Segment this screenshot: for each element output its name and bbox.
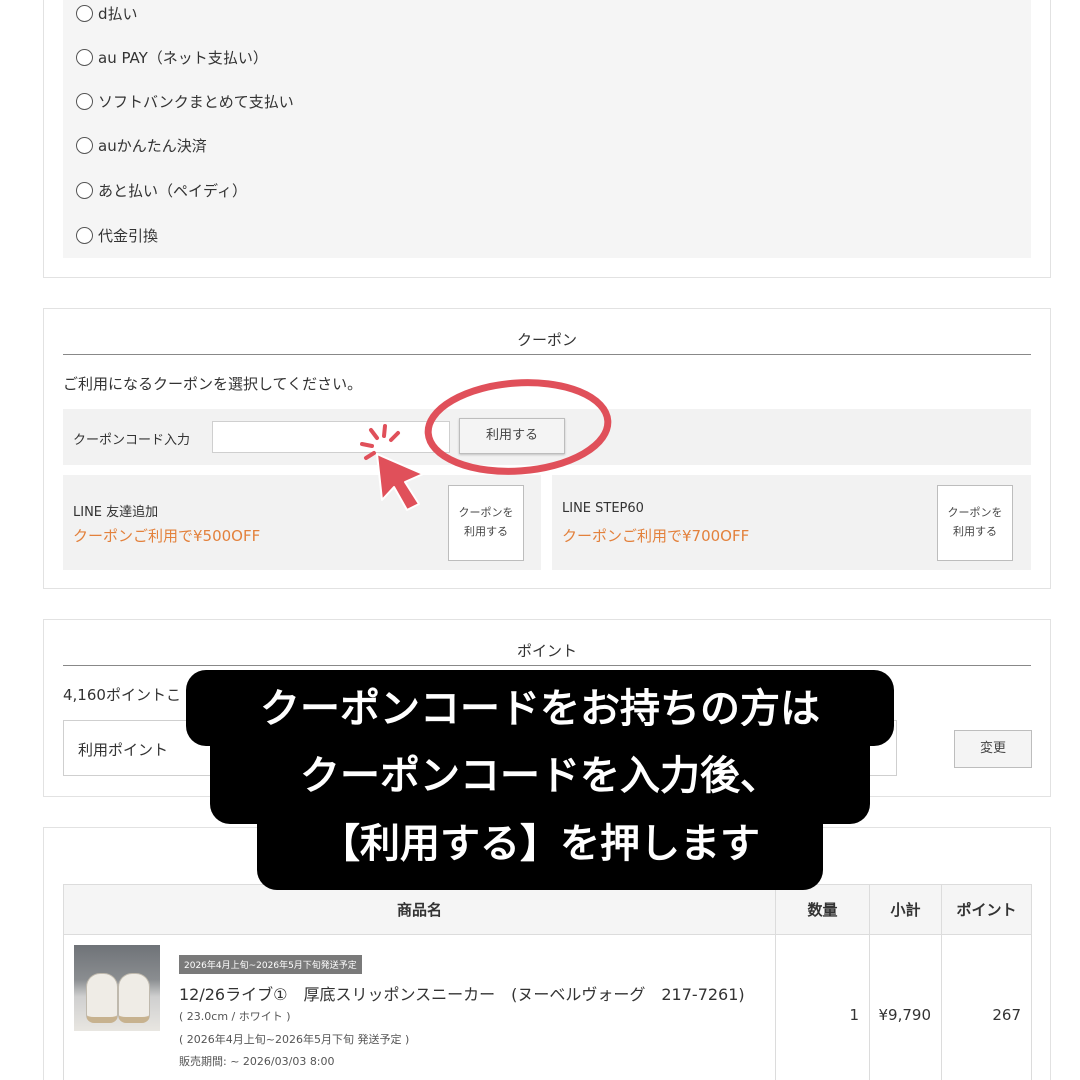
shoe-left <box>86 973 118 1023</box>
payment-option-paidy[interactable]: あと払い（ペイディ） <box>76 178 247 202</box>
header-product: 商品名 <box>63 884 776 935</box>
shoe-right <box>118 973 150 1023</box>
coupon-card-desc: クーポンご利用で¥500OFF <box>73 527 261 545</box>
product-sale-period: 販売期間: ~ 2026/03/03 8:00 <box>179 1055 335 1068</box>
table-header-row: 商品名 数量 小計 ポイント <box>63 884 1032 935</box>
order-table: 商品名 数量 小計 ポイント 2026年4月上旬~2026年5月下旬発送予定 1… <box>63 884 1032 1080</box>
coupon-card-name: LINE 友達追加 <box>73 505 159 520</box>
coupon-code-label: クーポンコード入力 <box>73 433 191 448</box>
points-cell: 267 <box>941 934 1032 1080</box>
overlay-line-3: 【利用する】を押します <box>320 821 760 867</box>
qty-cell: 1 <box>775 934 870 1080</box>
divider <box>63 665 1031 666</box>
subtotal-cell: ¥9,790 <box>869 934 942 1080</box>
highlight-circle <box>424 379 612 475</box>
product-ship-date: ( 2026年4月上旬~2026年5月下旬 発送予定 ) <box>179 1033 410 1046</box>
radio-icon[interactable] <box>76 92 93 110</box>
cursor-pointer-icon <box>376 453 424 511</box>
product-name[interactable]: 12/26ライブ① 厚底スリッポンスニーカー (ヌーベルヴォーグ 217-726… <box>179 981 745 1005</box>
payment-option-softbank[interactable]: ソフトバンクまとめて支払い <box>76 89 294 113</box>
shipping-badge: 2026年4月上旬~2026年5月下旬発送予定 <box>179 955 362 974</box>
overlay-line-2: クーポンコードを入力後、 <box>300 753 780 799</box>
header-subtotal: 小計 <box>869 884 942 935</box>
table-row: 2026年4月上旬~2026年5月下旬発送予定 12/26ライブ① 厚底スリッポ… <box>63 934 1032 1080</box>
payment-option-au-pay[interactable]: au PAY（ネット支払い） <box>76 45 268 69</box>
annotation-layer <box>360 379 612 511</box>
header-qty: 数量 <box>775 884 870 935</box>
coupon-title: クーポン <box>516 331 577 349</box>
payment-option-d-barai[interactable]: d払い <box>76 1 138 25</box>
payment-panel: d払い au PAY（ネット支払い） ソフトバンクまとめて支払い auかんたん決… <box>43 0 1051 278</box>
radio-icon[interactable] <box>76 181 93 199</box>
product-cell: 2026年4月上旬~2026年5月下旬発送予定 12/26ライブ① 厚底スリッポ… <box>63 934 776 1080</box>
radio-icon[interactable] <box>76 48 93 66</box>
points-input-label: 利用ポイント <box>78 741 169 759</box>
product-variant: ( 23.0cm / ホワイト ) <box>179 1010 291 1023</box>
product-image[interactable] <box>74 945 160 1031</box>
payment-option-au-kantan[interactable]: auかんたん決済 <box>76 133 207 157</box>
radio-icon[interactable] <box>76 136 93 154</box>
points-available: 4,160ポイントこ <box>63 686 181 704</box>
points-title: ポイント <box>516 642 577 660</box>
coupon-card-line-step60: LINE STEP60 クーポンご利用で¥700OFF クーポンを 利用する <box>552 475 1031 570</box>
radio-icon[interactable] <box>76 226 93 244</box>
instruction-overlay-bottom: 【利用する】を押します <box>257 800 823 890</box>
coupon-use-button[interactable]: クーポンを 利用する <box>937 485 1013 561</box>
radio-icon[interactable] <box>76 4 93 22</box>
click-sparkle-icon <box>360 424 400 460</box>
header-points: ポイント <box>941 884 1032 935</box>
coupon-instruction: ご利用になるクーポンを選択してください。 <box>63 375 363 393</box>
payment-options: d払い au PAY（ネット支払い） ソフトバンクまとめて支払い auかんたん決… <box>63 0 1031 258</box>
points-change-button[interactable]: 変更 <box>954 730 1032 768</box>
coupon-card-desc: クーポンご利用で¥700OFF <box>562 527 750 545</box>
divider <box>63 354 1031 355</box>
payment-option-cod[interactable]: 代金引換 <box>76 223 158 247</box>
